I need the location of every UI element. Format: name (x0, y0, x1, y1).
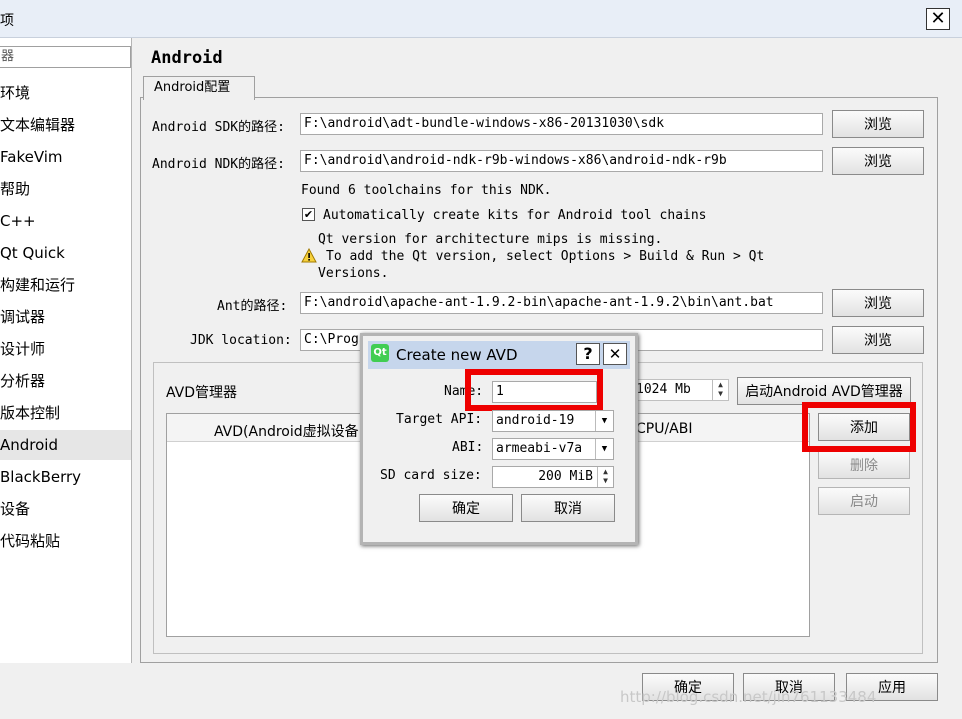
highlight-box-add (802, 402, 916, 452)
spin-arrows-icon[interactable]: ▲ ▼ (597, 467, 613, 487)
avd-group-label: AVD管理器 (166, 385, 238, 401)
qt-logo-icon: Qt (371, 344, 389, 362)
sidebar-item[interactable]: 设备 (0, 494, 131, 524)
ant-browse-button[interactable]: 浏览 (832, 289, 924, 317)
abi-value: armeabi-v7a (496, 441, 583, 456)
jdk-browse-button[interactable]: 浏览 (832, 326, 924, 354)
dialog-close-button[interactable]: ✕ (603, 343, 627, 365)
chevron-down-icon[interactable]: ▼ (595, 439, 613, 459)
toolchains-text: Found 6 toolchains for this NDK. (301, 183, 552, 198)
sidebar-item[interactable]: 代码粘贴 (0, 526, 131, 556)
warning-line-2: To add the Qt version, select Options > … (326, 249, 765, 264)
avd-start-button[interactable]: 启动 (818, 487, 910, 515)
sdk-browse-button[interactable]: 浏览 (832, 110, 924, 138)
auto-kits-label: Automatically create kits for Android to… (323, 208, 707, 223)
sd-card-label: SD card size: (380, 468, 482, 483)
sidebar-item[interactable]: 环境 (0, 78, 131, 108)
window-titlebar (0, 0, 962, 38)
ant-label: Ant的路径: (217, 299, 288, 314)
window-close-button[interactable]: ✕ (926, 8, 950, 30)
avd-memory-value: 1024 Mb (636, 382, 691, 397)
ndk-label: Android NDK的路径: (152, 157, 285, 172)
sdk-label: Android SDK的路径: (152, 120, 285, 135)
window-title: 项 (0, 13, 14, 29)
warning-icon (301, 247, 317, 267)
col-cpu-abi[interactable]: CPU/ABI (636, 421, 693, 437)
sidebar-item[interactable]: BlackBerry (0, 462, 131, 492)
warning-line-3: Versions. (318, 266, 389, 281)
target-api-value: android-19 (496, 413, 575, 428)
sd-card-spinbox[interactable]: 200 MiB ▲ ▼ (492, 466, 614, 488)
sidebar-item[interactable]: C++ (0, 206, 131, 236)
sidebar-item[interactable]: 构建和运行 (0, 270, 131, 300)
jdk-label: JDK location: (190, 333, 292, 348)
sidebar-item[interactable]: 调试器 (0, 302, 131, 332)
target-api-label: Target API: (396, 412, 483, 427)
spin-arrows-icon[interactable]: ▲ ▼ (712, 380, 728, 400)
sdk-path-input[interactable]: F:\android\adt-bundle-windows-x86-201310… (300, 113, 823, 135)
chevron-down-icon[interactable]: ▼ (595, 411, 613, 431)
dialog-title: Create new AVD (396, 346, 518, 364)
ant-path-input[interactable]: F:\android\apache-ant-1.9.2-bin\apache-a… (300, 292, 823, 314)
sidebar-item[interactable]: 帮助 (0, 174, 131, 204)
sd-card-value: 200 MiB (538, 469, 593, 484)
col-avd-name[interactable]: AVD(Android虚拟设备 (214, 421, 359, 441)
auto-kits-checkbox[interactable]: ✔ (302, 208, 315, 221)
sidebar-item[interactable]: FakeVim (0, 142, 131, 172)
target-api-select[interactable]: android-19 ▼ (492, 410, 614, 432)
warning-line-1: Qt version for architecture mips is miss… (318, 232, 663, 247)
dialog-help-button[interactable]: ? (576, 343, 600, 365)
dialog-cancel-button[interactable]: 取消 (521, 494, 615, 522)
abi-label: ABI: (452, 440, 484, 455)
abi-select[interactable]: armeabi-v7a ▼ (492, 438, 614, 460)
help-icon: ? (583, 344, 593, 363)
sidebar-item[interactable]: Qt Quick (0, 238, 131, 268)
highlight-box-name (465, 369, 603, 411)
page-title: Android (151, 48, 223, 68)
sidebar-filter-input[interactable]: 器 (0, 46, 131, 68)
avd-remove-button[interactable]: 删除 (818, 451, 910, 479)
tab-android-config[interactable]: Android配置 (143, 76, 255, 100)
ndk-path-input[interactable]: F:\android\android-ndk-r9b-windows-x86\a… (300, 150, 823, 172)
start-avd-manager-button[interactable]: 启动Android AVD管理器 (737, 377, 911, 405)
sidebar-item[interactable]: 版本控制 (0, 398, 131, 428)
close-icon: ✕ (608, 345, 622, 363)
close-icon: ✕ (930, 8, 946, 29)
sidebar-item[interactable]: 分析器 (0, 366, 131, 396)
ndk-browse-button[interactable]: 浏览 (832, 147, 924, 175)
checkmark-icon: ✔ (303, 208, 314, 221)
sidebar-item[interactable]: 文本编辑器 (0, 110, 131, 140)
watermark-text: http://blog.csdn.net/jin761133484 (620, 688, 877, 706)
sidebar-item[interactable]: 设计师 (0, 334, 131, 364)
sidebar-item[interactable]: Android (0, 430, 131, 460)
dialog-ok-button[interactable]: 确定 (419, 494, 513, 522)
avd-memory-spinbox[interactable]: 1024 Mb ▲ ▼ (632, 379, 729, 401)
